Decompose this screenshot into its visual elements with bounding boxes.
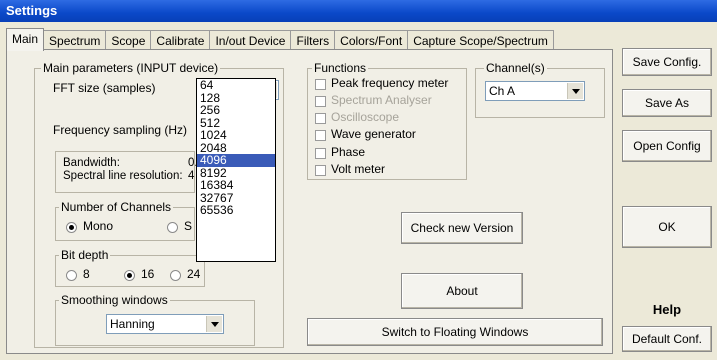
fft-option-65536[interactable]: 65536 xyxy=(197,204,275,217)
mono-radio[interactable] xyxy=(66,222,77,233)
tab-scope[interactable]: Scope xyxy=(105,30,152,50)
fft-size-label: FFT size (samples) xyxy=(53,81,156,95)
tab-calibrate[interactable]: Calibrate xyxy=(150,30,211,50)
number-of-channels-legend: Number of Channels xyxy=(59,200,174,214)
spectrum-analyser-label: Spectrum Analyser xyxy=(331,93,432,107)
oscilloscope-checkbox[interactable] xyxy=(315,113,326,124)
tab-capture[interactable]: Capture Scope/Spectrum xyxy=(407,30,554,50)
bit-depth-16-label: 16 xyxy=(141,267,155,281)
peak-frequency-checkbox[interactable] xyxy=(315,79,326,90)
mono-label: Mono xyxy=(83,219,114,233)
channel-select[interactable]: Ch A xyxy=(485,81,585,101)
spectrum-analyser-checkbox[interactable] xyxy=(315,96,326,107)
fft-option-16384[interactable]: 16384 xyxy=(197,179,275,192)
peak-frequency-label: Peak frequency meter xyxy=(331,76,449,90)
fft-option-1024[interactable]: 1024 xyxy=(197,129,275,142)
chevron-down-icon[interactable] xyxy=(206,316,222,332)
fft-size-dropdown-list: 64 128 256 512 1024 2048 4096 8192 16384… xyxy=(196,78,276,262)
main-parameters-legend: Main parameters (INPUT device) xyxy=(41,61,221,75)
bit-depth-8-label: 8 xyxy=(83,267,90,281)
about-button[interactable]: About xyxy=(401,273,523,309)
ok-button[interactable]: OK xyxy=(622,206,712,248)
fft-option-64[interactable]: 64 xyxy=(197,79,275,92)
tab-spectrum[interactable]: Spectrum xyxy=(43,30,107,50)
stereo-radio[interactable] xyxy=(167,222,178,233)
tab-main[interactable]: Main xyxy=(6,28,45,51)
bit-depth-8-radio[interactable] xyxy=(66,270,77,281)
spectral-resolution-value: 4 xyxy=(188,170,195,182)
channel-value: Ch A xyxy=(489,84,516,98)
bandwidth-label: Bandwidth: xyxy=(63,157,120,169)
settings-window: Settings Main Spectrum Scope Calibrate I… xyxy=(0,0,717,360)
wave-generator-label: Wave generator xyxy=(331,127,416,141)
smoothing-window-value: Hanning xyxy=(110,317,155,331)
tab-inout-device[interactable]: In/out Device xyxy=(209,30,292,50)
fft-option-256[interactable]: 256 xyxy=(197,104,275,117)
oscilloscope-label: Oscilloscope xyxy=(331,110,400,124)
bit-depth-16-radio[interactable] xyxy=(124,270,135,281)
stereo-label-partial: S xyxy=(184,219,193,233)
fft-option-4096[interactable]: 4096 xyxy=(197,154,275,167)
phase-checkbox[interactable] xyxy=(315,148,326,159)
channels-legend: Channel(s) xyxy=(484,61,547,75)
tab-colors-font[interactable]: Colors/Font xyxy=(334,30,409,50)
tab-filters[interactable]: Filters xyxy=(290,30,336,50)
volt-meter-label: Volt meter xyxy=(331,162,386,176)
help-button[interactable]: Help xyxy=(622,296,712,322)
bit-depth-legend: Bit depth xyxy=(59,248,111,262)
phase-label: Phase xyxy=(331,145,366,159)
bit-depth-24-label: 24 xyxy=(187,267,201,281)
save-config-button[interactable]: Save Config. xyxy=(622,48,712,76)
open-config-button[interactable]: Open Config xyxy=(622,130,712,162)
spectral-resolution-label: Spectral line resolution: xyxy=(63,170,183,182)
smoothing-window-select[interactable]: Hanning xyxy=(106,314,224,334)
bit-depth-24-radio[interactable] xyxy=(170,270,181,281)
switch-floating-windows-button[interactable]: Switch to Floating Windows xyxy=(307,318,603,346)
wave-generator-checkbox[interactable] xyxy=(315,130,326,141)
tab-strip: Main Spectrum Scope Calibrate In/out Dev… xyxy=(6,28,554,51)
volt-meter-checkbox[interactable] xyxy=(315,165,326,176)
chevron-down-icon[interactable] xyxy=(567,83,583,99)
check-new-version-button[interactable]: Check new Version xyxy=(401,212,523,244)
functions-legend: Functions xyxy=(312,61,369,75)
smoothing-windows-legend: Smoothing windows xyxy=(59,293,170,307)
default-conf-button[interactable]: Default Conf. xyxy=(622,326,712,352)
save-as-button[interactable]: Save As xyxy=(622,89,712,117)
frequency-sampling-label: Frequency sampling (Hz) xyxy=(53,123,188,137)
window-title: Settings xyxy=(0,0,717,22)
main-tab-panel: Main parameters (INPUT device) FFT size … xyxy=(6,49,613,354)
